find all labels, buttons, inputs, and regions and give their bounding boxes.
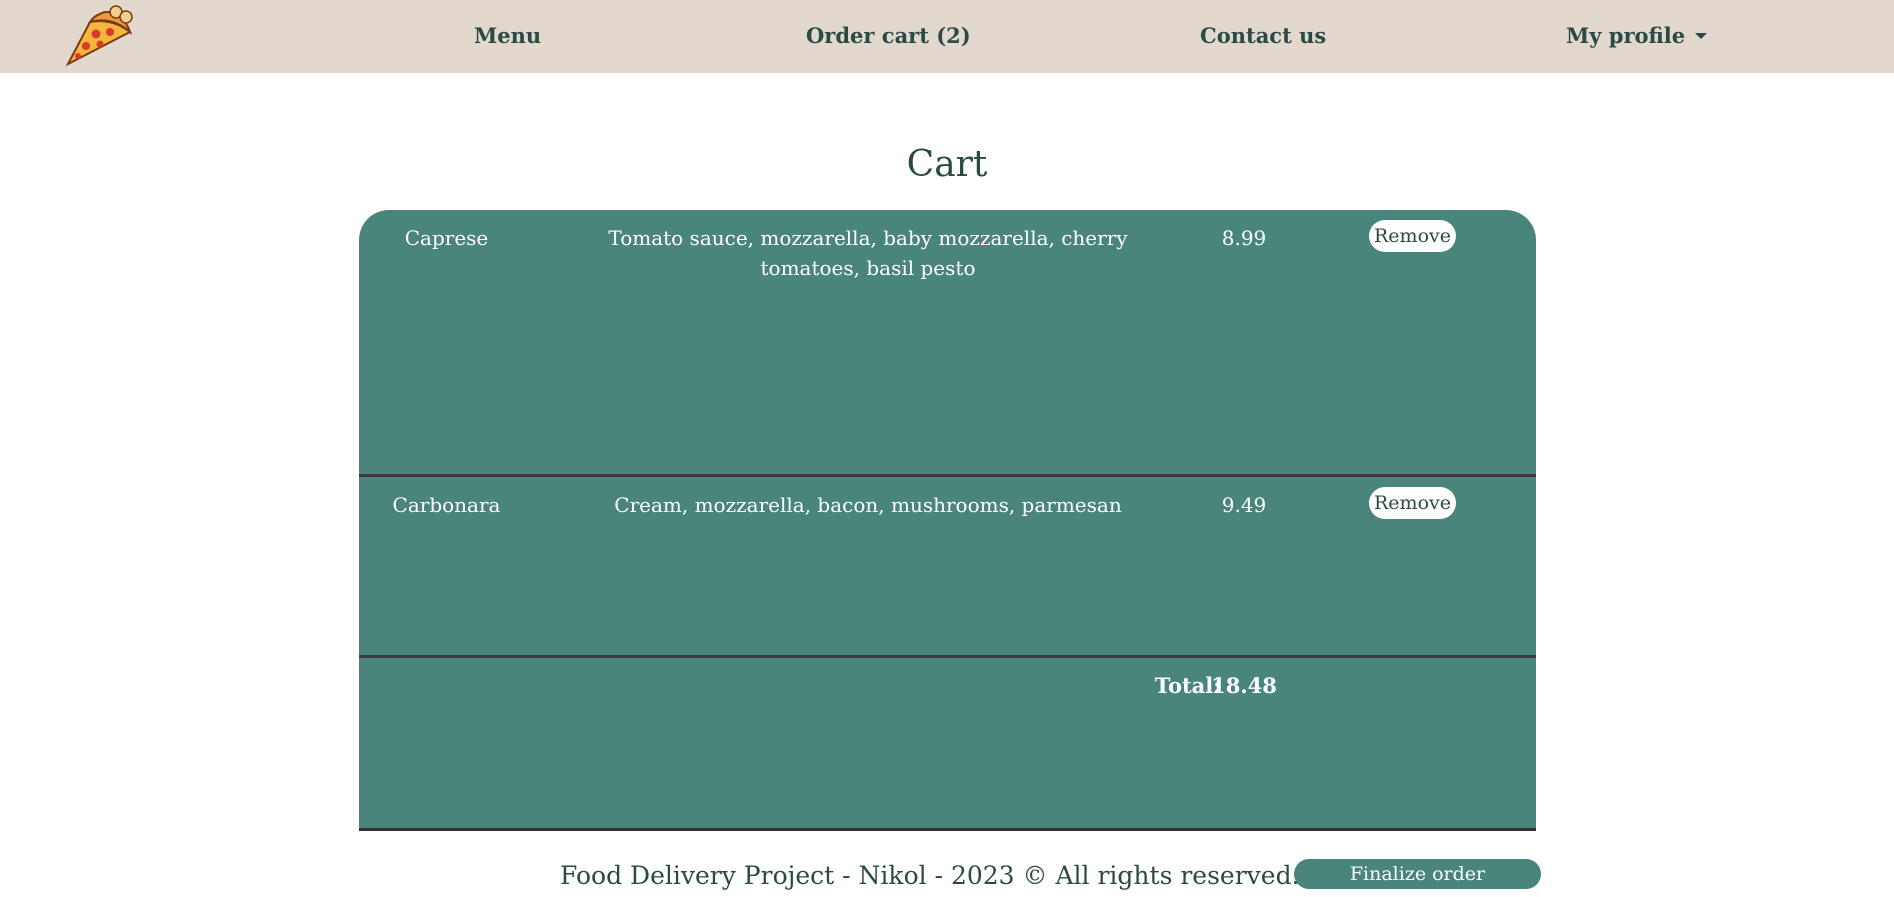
item-name: Caprese bbox=[404, 226, 489, 250]
footer-copyright: Food Delivery Project - Nikol - 2023 © A… bbox=[560, 861, 1300, 890]
cart-total-row: Total: 18.48 bbox=[359, 658, 1536, 828]
total-value: 18.48 bbox=[1211, 673, 1277, 698]
cart-item-row: Carbonara Cream, mozzarella, bacon, mush… bbox=[359, 477, 1536, 658]
nav-contact-link[interactable]: Contact us bbox=[1200, 0, 1326, 73]
cart-item-row: Caprese Tomato sauce, mozzarella, baby m… bbox=[359, 210, 1536, 477]
item-description: Cream, mozzarella, bacon, mushrooms, par… bbox=[614, 493, 1122, 517]
remove-button[interactable]: Remove bbox=[1369, 487, 1456, 519]
item-price: 8.99 bbox=[1221, 226, 1267, 250]
nav-order-cart-link[interactable]: Order cart (2) bbox=[806, 0, 971, 73]
nav-profile-label: My profile bbox=[1566, 23, 1686, 48]
nav-menu-link[interactable]: Menu bbox=[474, 0, 541, 73]
item-price: 9.49 bbox=[1221, 493, 1267, 517]
remove-button[interactable]: Remove bbox=[1369, 220, 1456, 252]
total-label: Total: bbox=[1154, 673, 1221, 698]
pizza-slice-icon[interactable] bbox=[60, 4, 136, 68]
item-name: Carbonara bbox=[392, 493, 501, 517]
nav-profile-dropdown[interactable]: My profile bbox=[1566, 0, 1708, 73]
page-title: Cart bbox=[906, 144, 988, 185]
top-navbar: Menu Order cart (2) Contact us My profil… bbox=[0, 0, 1894, 73]
finalize-order-button[interactable]: Finalize order bbox=[1294, 859, 1541, 889]
item-description: Tomato sauce, mozzarella, baby mozzarell… bbox=[608, 226, 1128, 280]
cart-table: Caprese Tomato sauce, mozzarella, baby m… bbox=[359, 210, 1536, 831]
chevron-down-icon bbox=[1695, 33, 1708, 39]
